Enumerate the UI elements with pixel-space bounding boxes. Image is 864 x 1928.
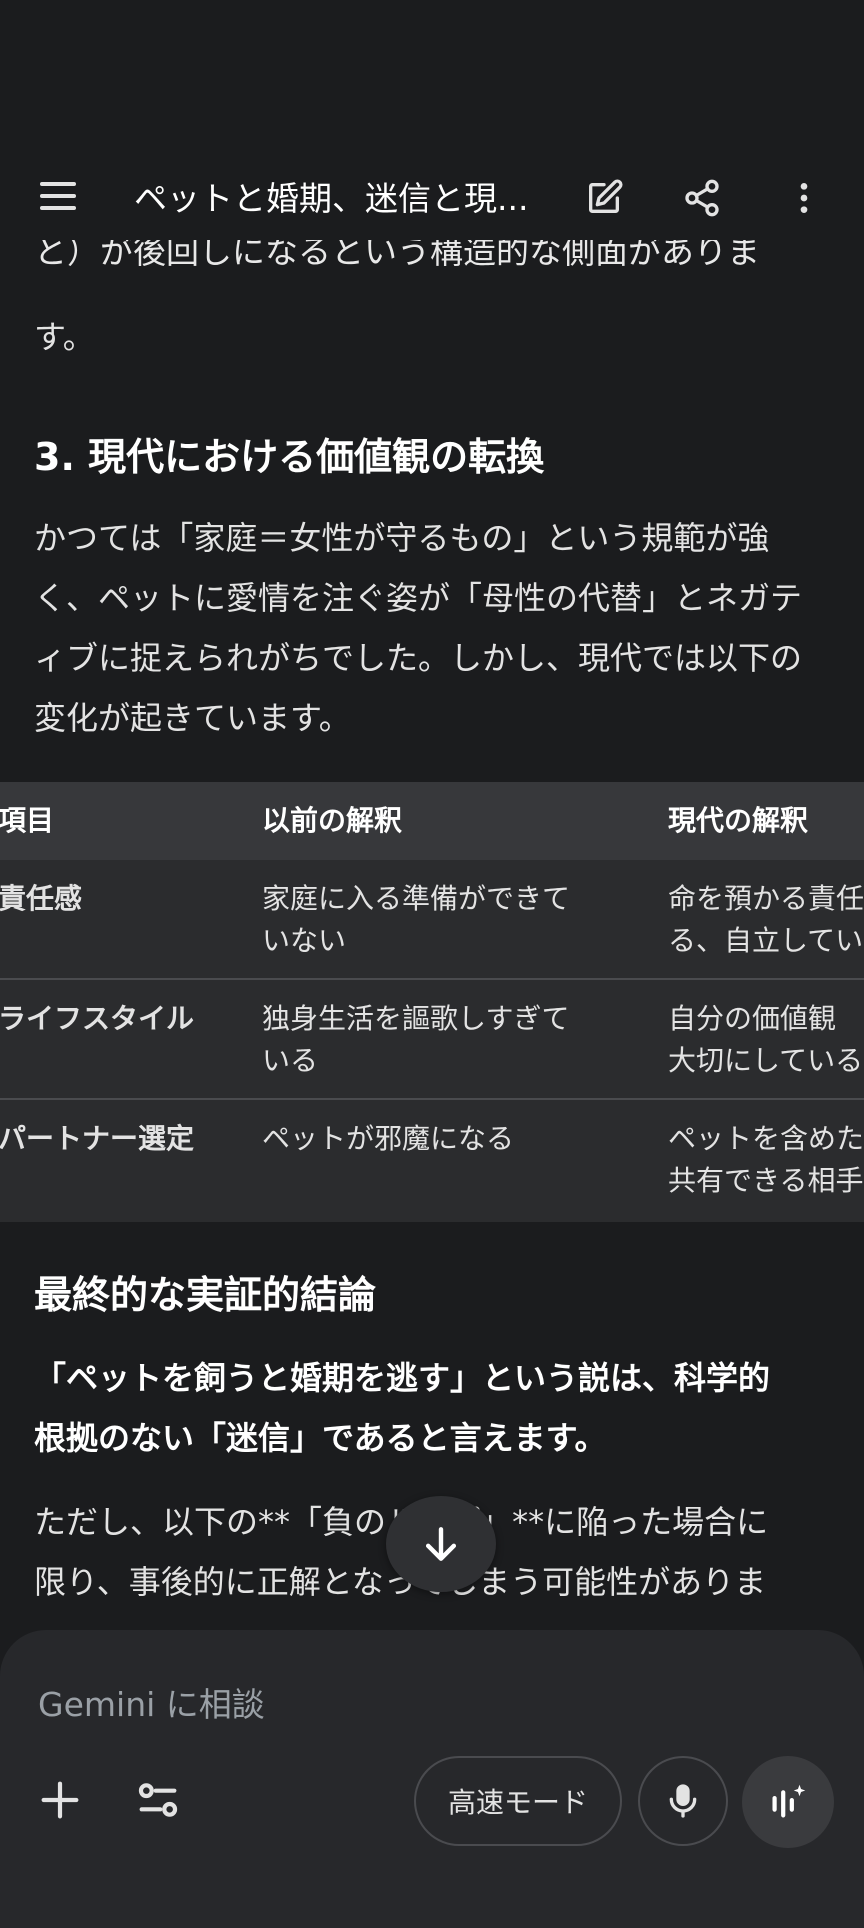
- table-cell: 独身生活を謳歌しすぎて: [262, 1002, 570, 1035]
- table-cell: 命を預かる責任: [668, 882, 864, 915]
- section-paragraph: かつては「家庭＝女性が守るもの」という規範が強く、ペットに愛情を注ぐ姿が「母性の…: [34, 519, 803, 737]
- microphone-icon: [669, 1784, 697, 1818]
- tools-icon[interactable]: [130, 1772, 186, 1828]
- conclusion-bold-line: 根拠のない「迷信」であると言えます。: [34, 1419, 607, 1457]
- menu-icon[interactable]: [36, 176, 82, 216]
- table-cell: いる: [262, 1044, 319, 1077]
- table-header-cell: 項目: [0, 804, 55, 837]
- row-divider: [0, 1098, 864, 1100]
- scroll-down-button[interactable]: [386, 1496, 496, 1592]
- arrow-down-icon: [425, 1527, 457, 1561]
- share-icon[interactable]: [676, 172, 728, 224]
- conclusion-heading: 最終的な実証的結論: [34, 1273, 377, 1317]
- table-cell: 大切にしている: [668, 1044, 864, 1077]
- mode-selector-button[interactable]: 高速モード: [414, 1756, 622, 1846]
- comparison-table[interactable]: 項目 以前の解釈 現代の解釈 責任感 家庭に入る準備ができて いない 命を預かる…: [0, 782, 864, 1222]
- live-waveform-icon: [772, 1784, 806, 1818]
- paragraph-end: す。: [34, 318, 95, 356]
- row-divider: [0, 978, 864, 980]
- table-cell: ペットが邪魔になる: [262, 1122, 515, 1155]
- table-cell: る、自立してい: [668, 924, 864, 957]
- clipped-text-line: と）が後回しになるという構造的な側面がありま: [34, 240, 760, 271]
- microphone-button[interactable]: [638, 1756, 728, 1846]
- table-cell: いない: [262, 924, 347, 957]
- table-header-cell: 現代の解釈: [668, 804, 809, 837]
- more-options-icon[interactable]: [778, 172, 830, 224]
- table-cell: ペットを含めた: [668, 1122, 864, 1155]
- section-heading: 3. 現代における価値観の転換: [34, 435, 545, 479]
- response-content[interactable]: と）が後回しになるという構造的な側面がありま す。 3. 現代における価値観の転…: [0, 240, 864, 1620]
- table-header-row: 項目 以前の解釈 現代の解釈: [0, 782, 864, 860]
- conclusion-bold-line: 「ペットを飼うと婚期を逃す」という説は、科学的: [34, 1359, 771, 1397]
- table-cell: 責任感: [0, 882, 83, 915]
- table-cell: 家庭に入る準備ができて: [262, 882, 571, 915]
- add-icon[interactable]: [32, 1772, 88, 1828]
- table-cell: 自分の価値観: [668, 1002, 837, 1035]
- table-cell: パートナー選定: [0, 1122, 195, 1155]
- edit-icon[interactable]: [578, 172, 630, 224]
- prompt-input[interactable]: Gemini に相談: [38, 1678, 265, 1726]
- live-voice-button[interactable]: [742, 1756, 834, 1848]
- conversation-title[interactable]: ペットと婚期、迷信と現...: [134, 172, 534, 220]
- app-bar: ペットと婚期、迷信と現...: [0, 0, 864, 240]
- composer: Gemini に相談 高速モード: [0, 1630, 864, 1928]
- table-header-cell: 以前の解釈: [262, 804, 403, 837]
- table-cell: 共有できる相手: [668, 1164, 864, 1197]
- table-cell: ライフスタイル: [0, 1002, 195, 1035]
